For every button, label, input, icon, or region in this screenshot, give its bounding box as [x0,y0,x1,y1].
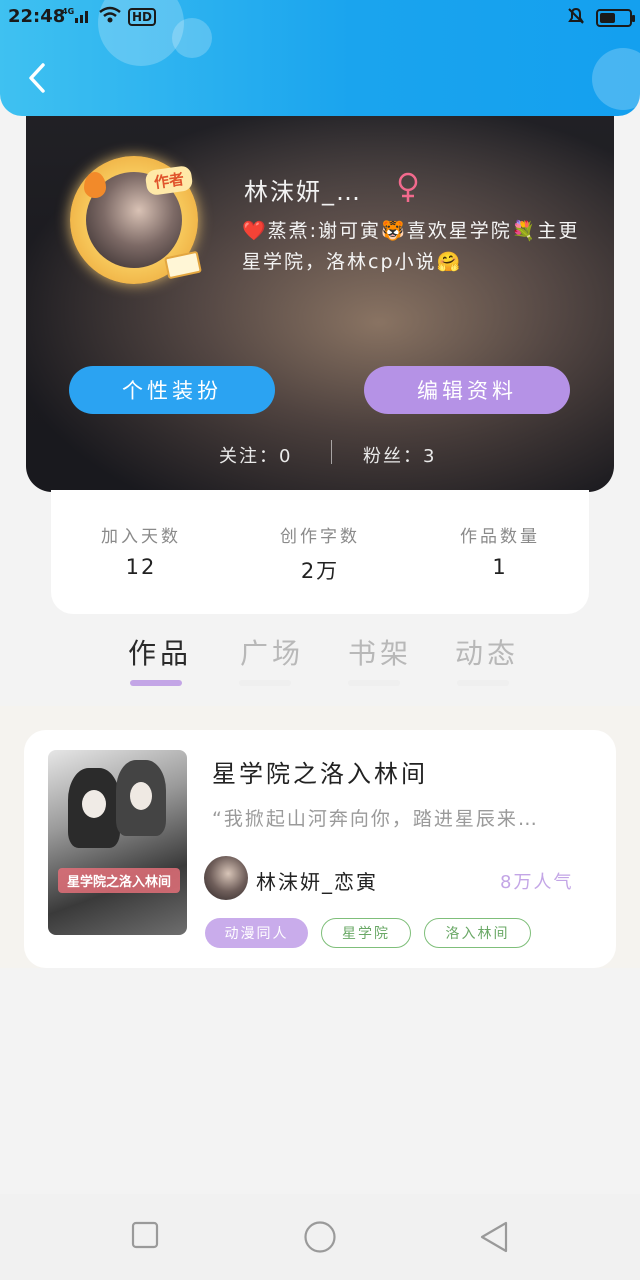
chevron-left-icon [29,63,45,93]
tab-bookshelf[interactable]: 书架 [348,632,412,672]
home-button[interactable] [303,1220,337,1254]
divider [331,440,332,464]
female-icon [396,172,420,208]
profile-card: 作者 林沫妍_… ❤️蒸煮:谢可寅🐯喜欢星学院💐主更星学院，洛林cp小说🤗 个性… [26,116,614,492]
follow-stats: 关注：0 粉丝：3 [26,438,614,468]
tag-chip[interactable]: 动漫同人 [205,918,308,948]
flame-icon [84,172,106,198]
tab-indicator [348,680,400,686]
decorative-bubble [592,48,640,110]
triangle-back-icon [480,1221,508,1253]
cover-title: 星学院之洛入林间 [58,868,180,893]
stats-card: 加入天数 12 创作字数 2万 作品数量 1 [51,490,589,614]
work-excerpt: “我掀起山河奔向你，踏进星辰来… [212,808,539,830]
stat-value: 2万 [300,559,340,583]
work-card[interactable]: 星学院之洛入林间 星学院之洛入林间 “我掀起山河奔向你，踏进星辰来… 林沫妍_恋… [24,730,616,968]
book-cover[interactable]: 星学院之洛入林间 [48,750,187,935]
status-right [566,6,635,30]
cover-art [130,782,152,810]
signal-icon: 4G [62,6,92,27]
square-icon [131,1221,159,1249]
tab-square[interactable]: 广场 [240,632,304,672]
svg-text:4G: 4G [62,7,74,16]
author-avatar[interactable] [204,856,248,900]
stat-value: 1 [492,555,508,579]
work-author-name[interactable]: 林沫妍_恋寅 [256,866,378,895]
profile-name: 林沫妍_… [244,178,362,206]
tab-bar: 作品 广场 书架 动态 [0,628,640,698]
fans-count[interactable]: 粉丝：3 [363,442,436,468]
status-icons: 4G HD [62,6,157,27]
mute-bell-icon [566,6,586,30]
stat-value: 12 [125,555,157,579]
hd-icon: HD [128,7,157,26]
tab-indicator [130,680,182,686]
dress-up-button[interactable]: 个性装扮 [69,366,275,414]
stat-label: 加入天数 [101,527,181,547]
recent-apps-button[interactable] [130,1220,164,1254]
tag-chip[interactable]: 星学院 [321,918,411,948]
stat-word-count: 创作字数 2万 [240,522,400,585]
battery-level [600,13,616,23]
wifi-icon [98,6,122,27]
nav-back-button[interactable] [478,1220,512,1254]
circle-icon [304,1221,336,1253]
back-button[interactable] [20,58,54,98]
following-count[interactable]: 关注：0 [219,442,292,468]
tab-activity[interactable]: 动态 [455,632,519,672]
status-bar: 22:48 4G HD [0,0,640,34]
tab-indicator [457,680,509,686]
tag-chip[interactable]: 洛入林间 [424,918,531,948]
stat-works-count: 作品数量 1 [420,522,580,579]
app-header: 22:48 4G HD [0,0,640,116]
stat-label: 作品数量 [460,527,540,547]
battery-icon [596,9,635,27]
cover-art [82,790,106,818]
work-title[interactable]: 星学院之洛入林间 [212,754,428,789]
work-popularity: 8万人气 [500,872,574,893]
status-time: 22:48 [8,6,66,27]
edit-profile-button[interactable]: 编辑资料 [364,366,570,414]
stat-label: 创作字数 [280,527,360,547]
stat-join-days: 加入天数 12 [61,522,221,579]
system-nav-bar [0,1194,640,1280]
tab-works[interactable]: 作品 [128,632,192,672]
tab-indicator [239,680,291,686]
profile-bio: ❤️蒸煮:谢可寅🐯喜欢星学院💐主更星学院，洛林cp小说🤗 [242,220,580,273]
